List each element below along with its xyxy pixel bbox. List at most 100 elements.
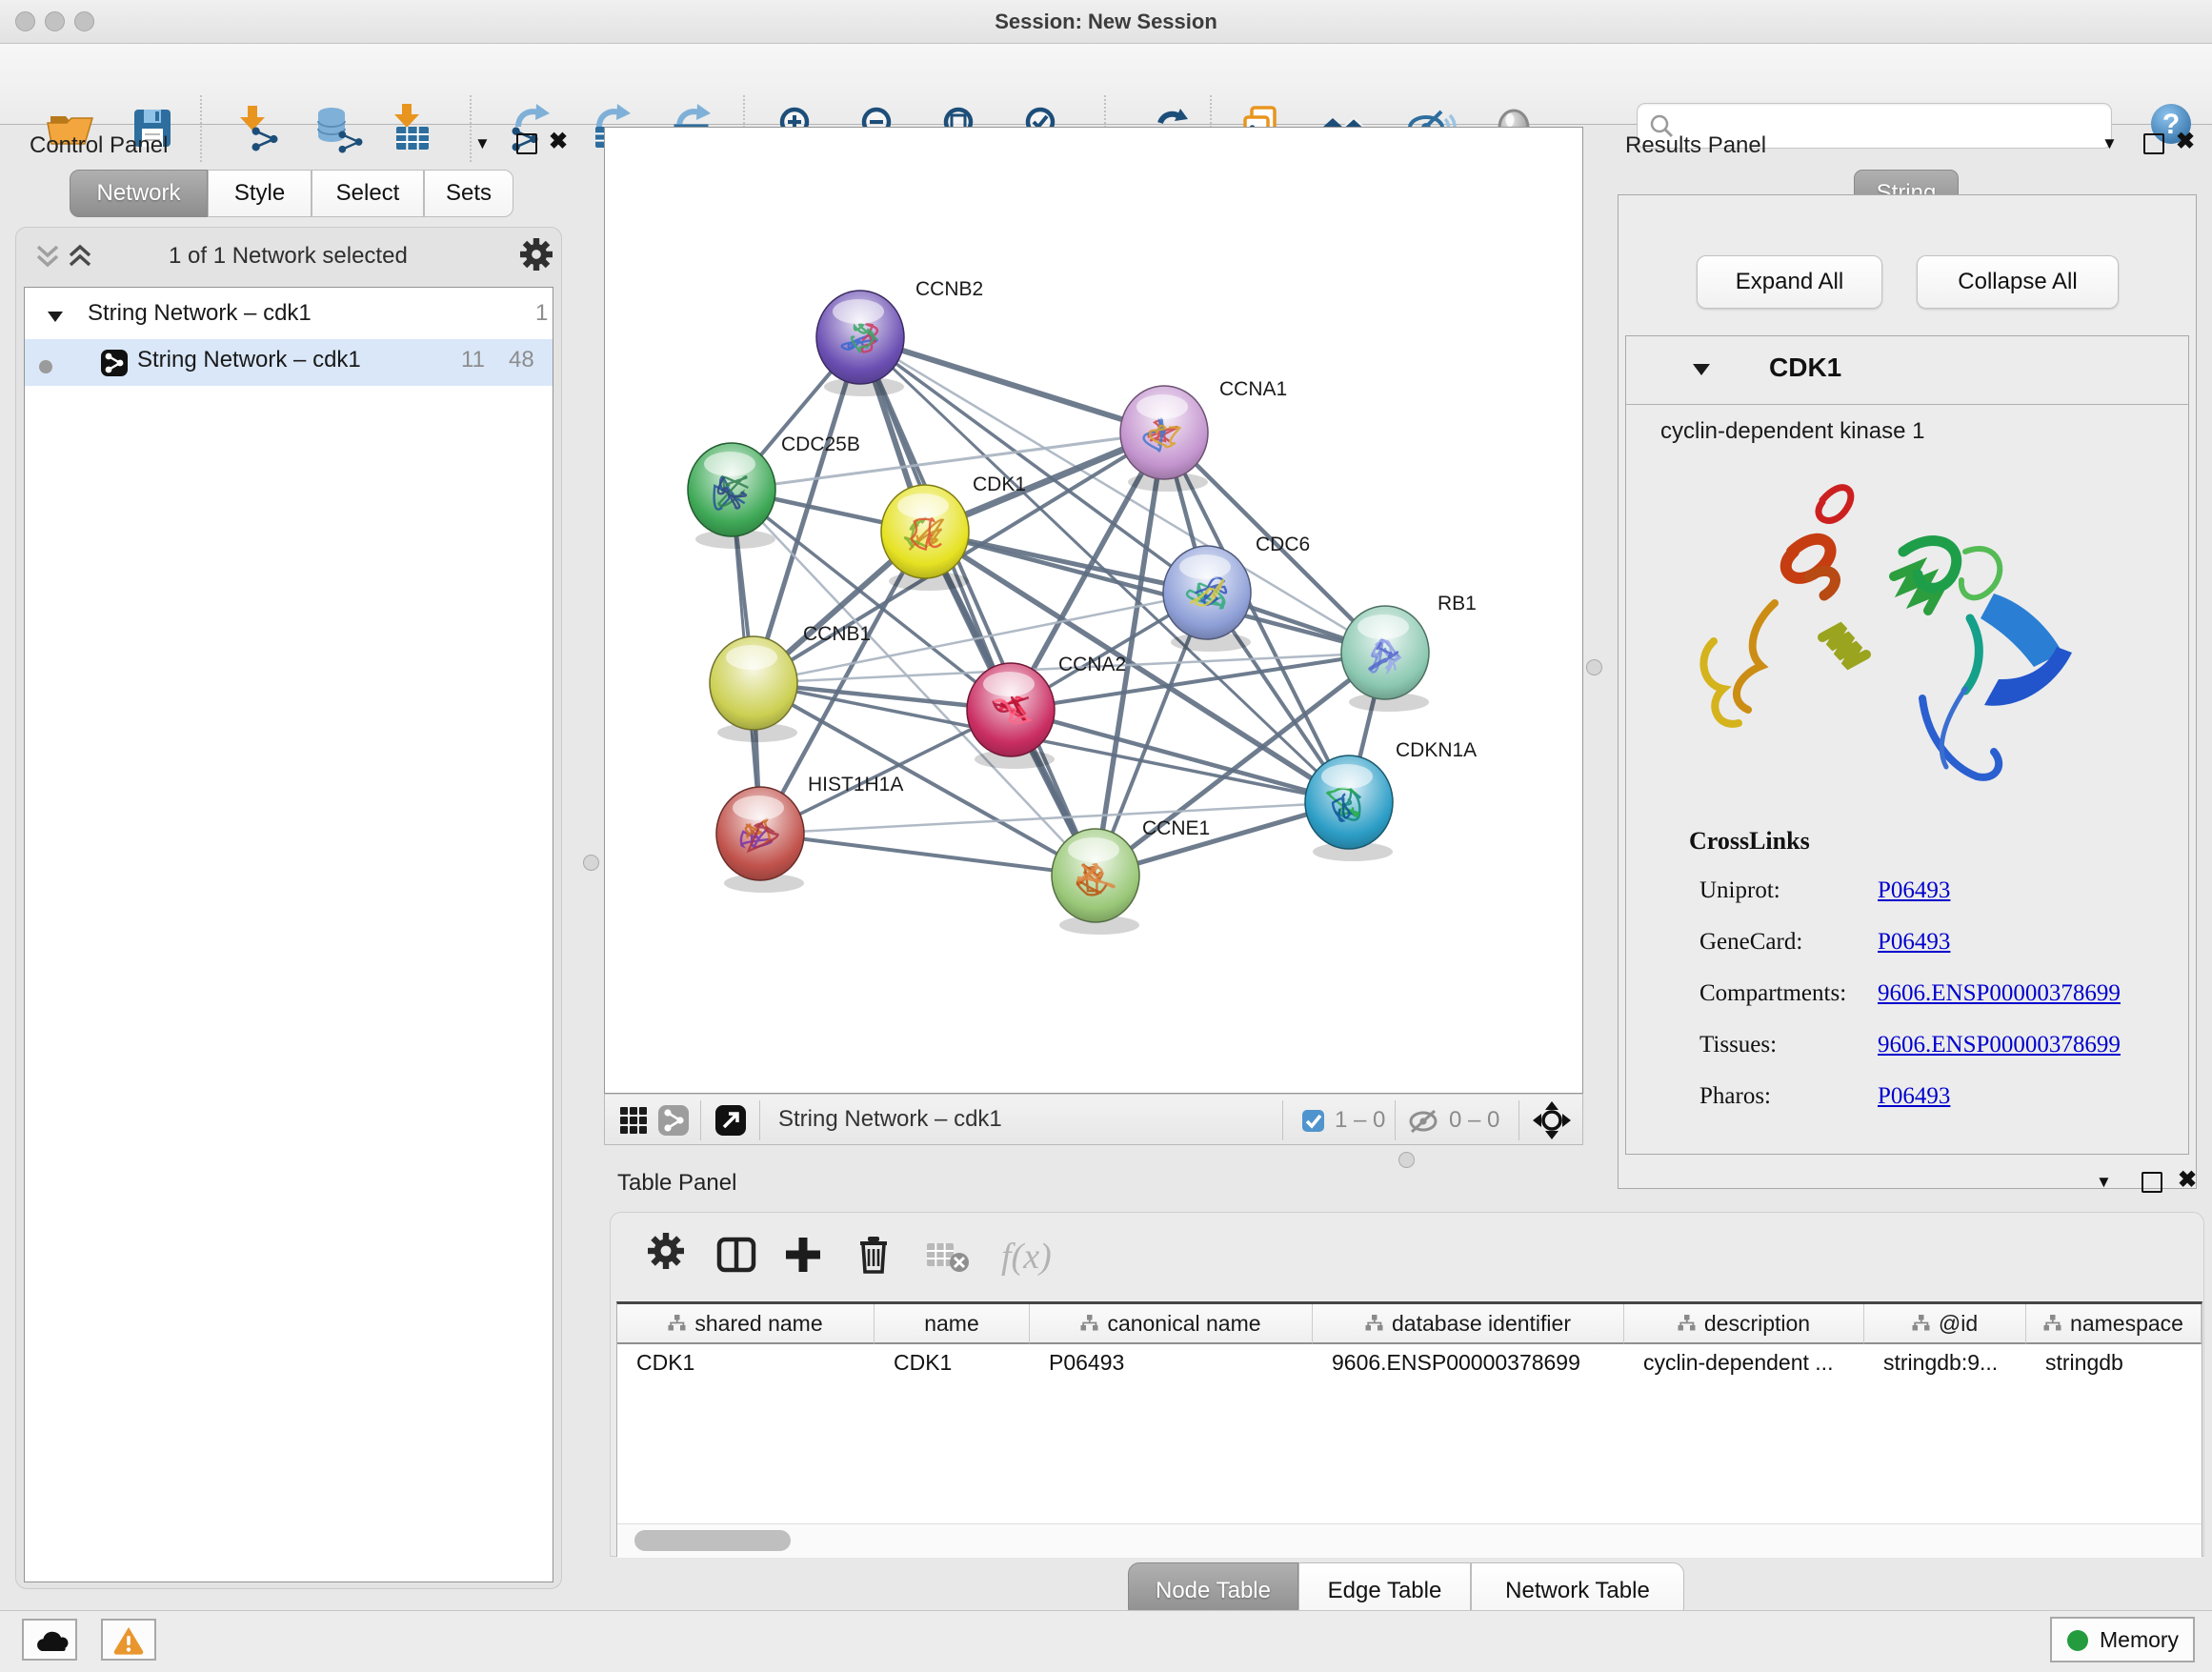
protein-structure-image <box>1679 460 2089 808</box>
collapse-all-button[interactable]: Collapse All <box>1917 255 2119 309</box>
panel-close-icon[interactable]: ✖ <box>2176 128 2195 155</box>
maximize-window-icon[interactable] <box>74 11 94 31</box>
network-collection-row[interactable]: String Network – cdk1 1 <box>25 292 553 339</box>
collapse-all-icon[interactable] <box>33 241 62 276</box>
panel-menu-icon[interactable]: ▼ <box>474 134 491 153</box>
node-label-CDK1: CDK1 <box>973 473 1026 495</box>
network-label: String Network – cdk1 <box>137 347 361 373</box>
node-label-CCNB1: CCNB1 <box>803 623 871 645</box>
add-column-icon[interactable] <box>780 1232 826 1282</box>
column-header-shared-name[interactable]: shared name <box>617 1304 875 1344</box>
node-label-CCNA1: CCNA1 <box>1219 378 1287 400</box>
crosslink-label: Compartments: <box>1699 980 1846 1007</box>
network-node-CCNB1[interactable]: CCNB1 <box>710 623 871 742</box>
panel-float-icon[interactable] <box>2143 133 2164 154</box>
control-panel-title: Control Panel <box>30 132 168 159</box>
column-header-canonical-name[interactable]: canonical name <box>1030 1304 1313 1344</box>
memory-label: Memory <box>2100 1627 2179 1653</box>
column-type-icon <box>2043 1311 2061 1337</box>
entry-header[interactable]: CDK1 <box>1626 336 2188 405</box>
panel-menu-icon[interactable]: ▼ <box>2096 1173 2112 1192</box>
panel-close-icon[interactable]: ✖ <box>549 128 568 155</box>
table-cell[interactable]: CDK1 <box>617 1344 875 1380</box>
column-type-icon <box>1912 1311 1930 1337</box>
string-view-icon[interactable] <box>658 1105 689 1140</box>
column-header-database-identifier[interactable]: database identifier <box>1313 1304 1624 1344</box>
tab-style[interactable]: Style <box>208 170 312 217</box>
table-cell[interactable]: cyclin-dependent ... <box>1624 1344 1864 1380</box>
table-cell[interactable]: P06493 <box>1030 1344 1313 1380</box>
minimize-window-icon[interactable] <box>45 11 65 31</box>
left-splitter-handle[interactable] <box>583 855 599 871</box>
edge-count: 48 <box>509 347 534 373</box>
column-header--id[interactable]: @id <box>1864 1304 2026 1344</box>
gear-icon[interactable] <box>519 237 553 276</box>
network-node-CCNB2[interactable]: CCNB2 <box>816 278 983 396</box>
hscrollbar-thumb[interactable] <box>634 1530 791 1551</box>
network-node-CDC25B[interactable]: CDC25B <box>688 433 860 549</box>
selected-count-badge: 1 – 0 <box>1335 1107 1385 1134</box>
crosslinks-title: CrossLinks <box>1689 827 1810 856</box>
grid-view-icon[interactable] <box>618 1105 649 1140</box>
detach-view-icon[interactable] <box>715 1105 746 1140</box>
cloud-button[interactable] <box>22 1619 77 1661</box>
table-settings-gear-icon[interactable] <box>647 1232 685 1275</box>
crosslink-link[interactable]: 9606.ENSP00000378699 <box>1878 980 2121 1007</box>
network-edge-CCNA2-CDKN1A[interactable] <box>1011 710 1349 802</box>
selected-checkbox-icon[interactable] <box>1302 1110 1324 1137</box>
table-cell[interactable]: stringdb <box>2026 1344 2202 1380</box>
network-node-CDKN1A[interactable]: CDKN1A <box>1305 739 1477 861</box>
panel-menu-icon[interactable]: ▼ <box>2101 134 2118 153</box>
delete-table-icon <box>923 1232 973 1282</box>
control-panel: Control Panel ▼ ✖ NetworkStyleSelectSets… <box>10 127 568 1589</box>
network-node-CCNE1[interactable]: CCNE1 <box>1052 817 1210 935</box>
network-node-HIST1H1A[interactable]: HIST1H1A <box>716 774 903 893</box>
column-header-namespace[interactable]: namespace <box>2026 1304 2202 1344</box>
column-label: database identifier <box>1392 1311 1571 1337</box>
expander-icon[interactable] <box>46 305 65 332</box>
column-type-icon <box>1080 1311 1098 1337</box>
entry-description: cyclin-dependent kinase 1 <box>1660 418 1925 445</box>
memory-button[interactable]: Memory <box>2050 1617 2195 1662</box>
crosslink-link[interactable]: P06493 <box>1878 1083 1950 1110</box>
node-label-CCNA2: CCNA2 <box>1058 654 1126 675</box>
tab-sets[interactable]: Sets <box>424 170 513 217</box>
tab-select[interactable]: Select <box>312 170 424 217</box>
table-panel-header: Table Panel ▼ ✖ <box>604 1165 2212 1215</box>
network-edge-HIST1H1A-CCNE1[interactable] <box>760 834 1096 876</box>
network-node-RB1[interactable]: RB1 <box>1341 593 1477 712</box>
tab-network[interactable]: Network <box>70 170 208 217</box>
close-window-icon[interactable] <box>15 11 35 31</box>
panel-float-icon[interactable] <box>516 133 537 154</box>
crosslink-label: Pharos: <box>1699 1083 1771 1110</box>
status-bar: Memory <box>0 1610 2212 1672</box>
crosslink-label: Uniprot: <box>1699 877 1780 904</box>
fit-content-crosshair-icon[interactable] <box>1531 1099 1573 1146</box>
table-hscrollbar[interactable] <box>617 1523 2202 1558</box>
entry-expander-icon[interactable] <box>1691 361 1712 383</box>
table-cell[interactable]: 9606.ENSP00000378699 <box>1313 1344 1624 1380</box>
panel-float-icon[interactable] <box>2142 1172 2162 1193</box>
crosslink-link[interactable]: P06493 <box>1878 929 1950 956</box>
network-edge-CCNB2-CCNA1[interactable] <box>860 337 1164 433</box>
results-panel-title: Results Panel <box>1625 132 1766 159</box>
network-canvas[interactable]: CCNB2CCNA1CDC25BCDK1CDC6RB1CCNB1CCNA2CDK… <box>604 127 1583 1094</box>
column-header-name[interactable]: name <box>875 1304 1030 1344</box>
table-cell[interactable]: CDK1 <box>875 1344 1030 1380</box>
panel-close-icon[interactable]: ✖ <box>2178 1166 2197 1194</box>
crosslink-link[interactable]: P06493 <box>1878 877 1950 904</box>
column-label: name <box>924 1311 979 1337</box>
delete-column-icon[interactable] <box>851 1232 896 1282</box>
expand-all-button[interactable]: Expand All <box>1697 255 1882 309</box>
table-cell[interactable]: stringdb:9... <box>1864 1344 2026 1380</box>
network-row-selected[interactable]: String Network – cdk1 11 48 <box>25 339 553 386</box>
show-columns-icon[interactable] <box>714 1232 759 1282</box>
crosslink-link[interactable]: 9606.ENSP00000378699 <box>1878 1032 2121 1058</box>
warning-button[interactable] <box>101 1619 156 1661</box>
column-type-icon <box>1678 1311 1696 1337</box>
table-panel-title: Table Panel <box>617 1170 736 1197</box>
column-header-description[interactable]: description <box>1624 1304 1864 1344</box>
expand-all-icon[interactable] <box>66 241 94 276</box>
right-splitter-handle[interactable] <box>1586 659 1602 675</box>
application-window: Session: New Session <box>0 0 2212 1671</box>
